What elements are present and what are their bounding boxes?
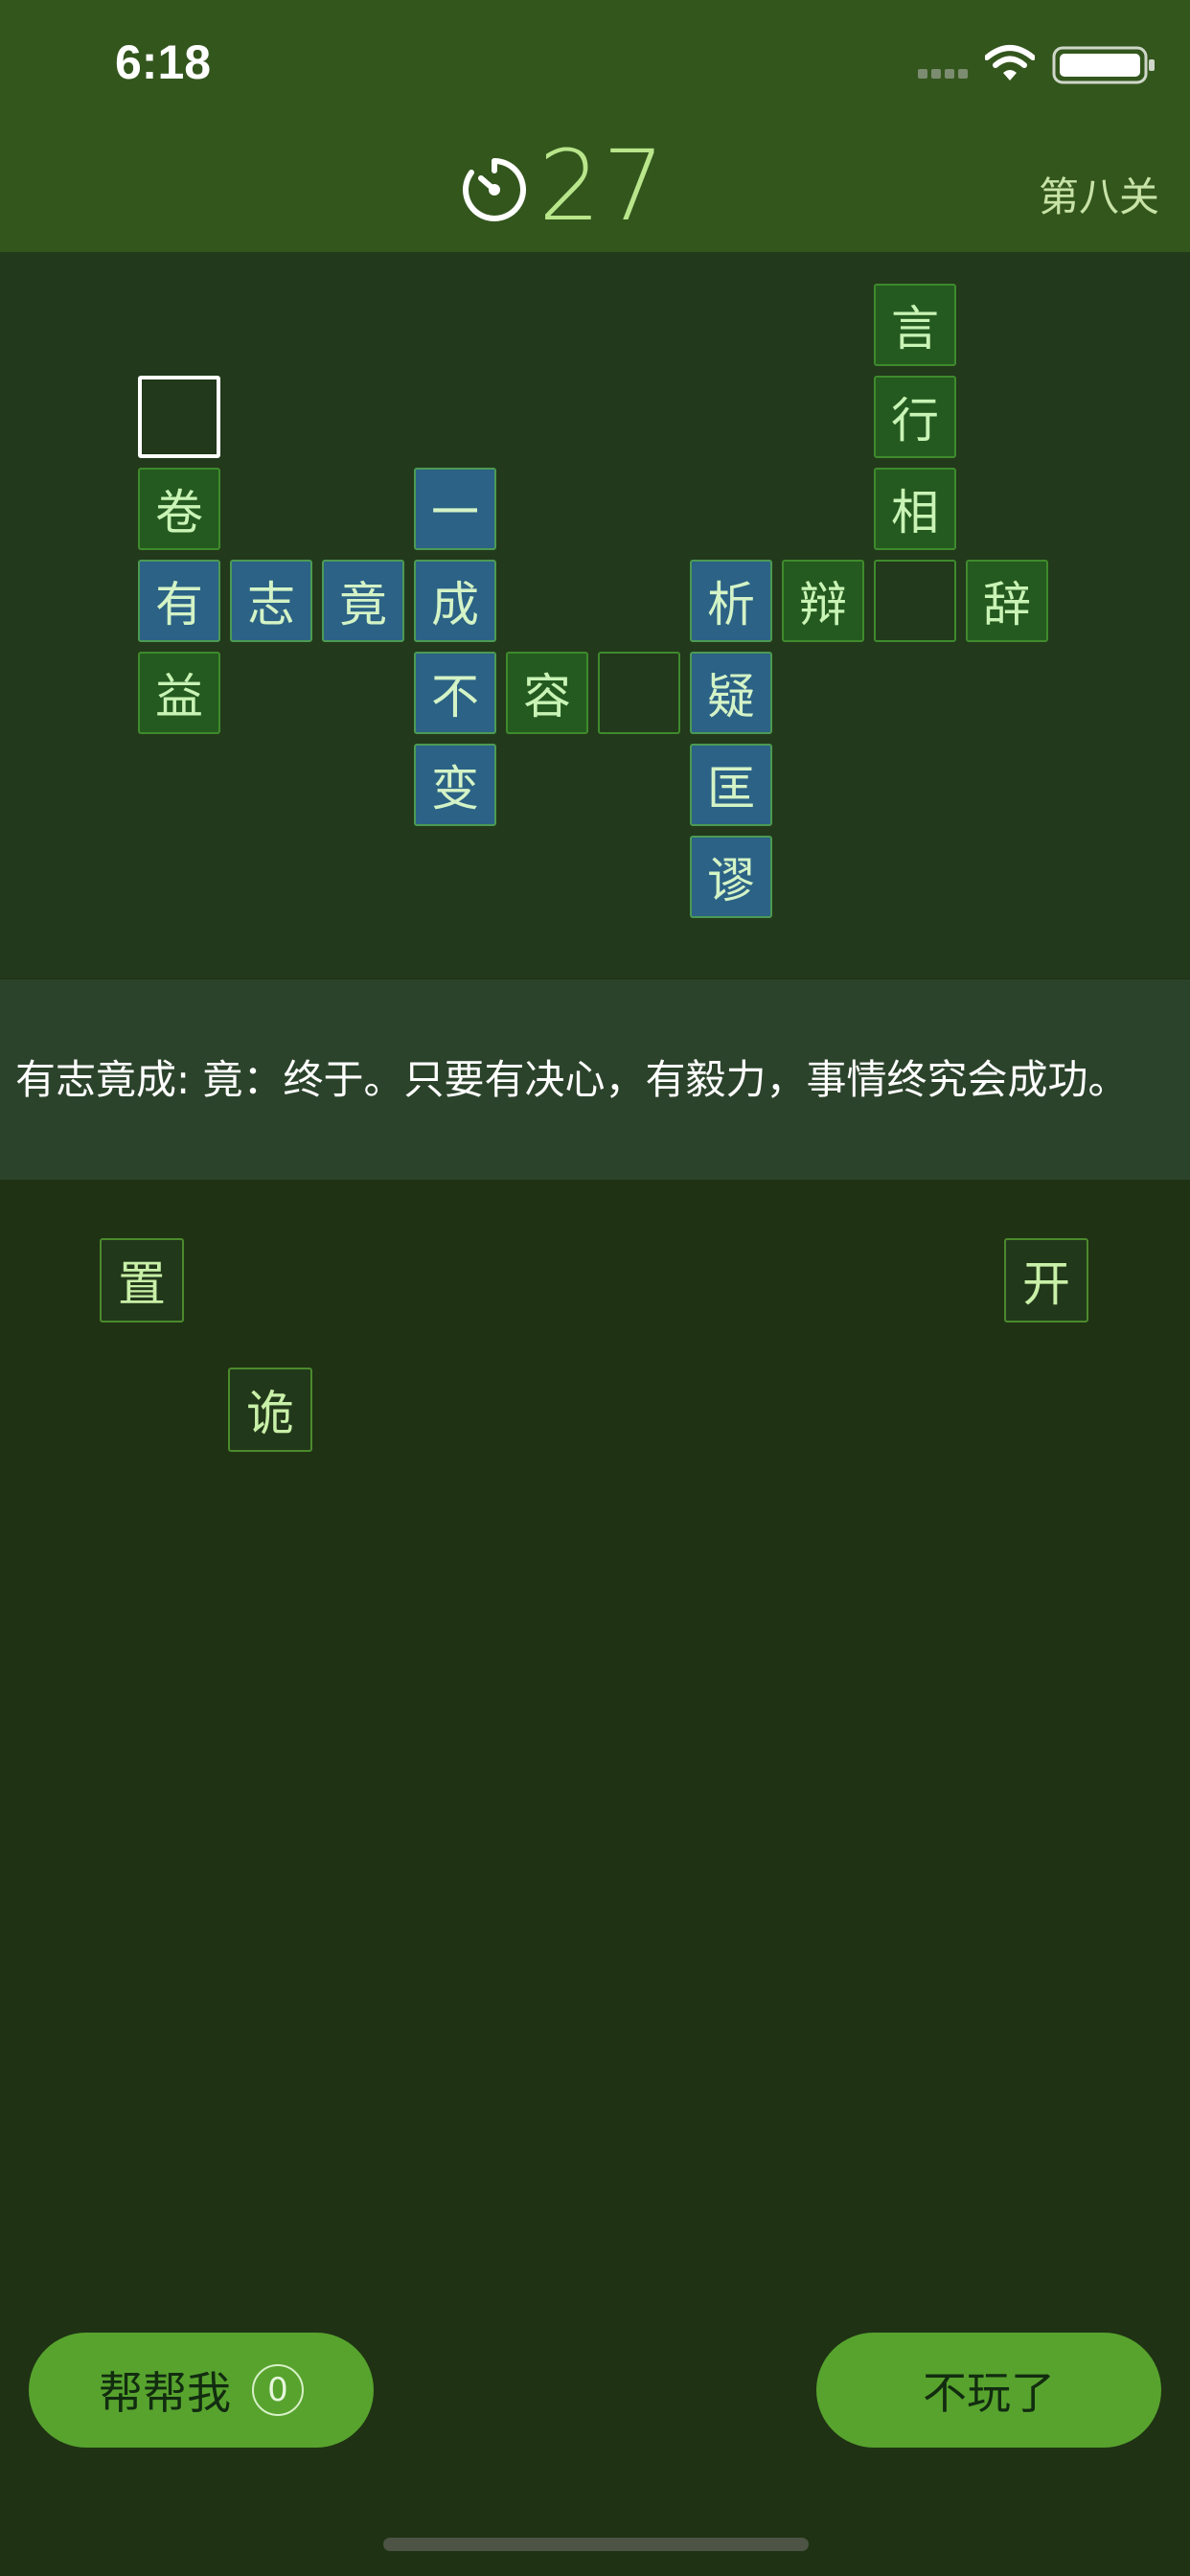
cell-char: 言 — [891, 301, 939, 356]
board-cell[interactable]: 一 — [414, 468, 496, 550]
board-cell[interactable]: 析 — [690, 560, 772, 642]
cellular-signal-icon — [918, 69, 973, 82]
cell-char: 辩 — [799, 577, 847, 632]
cell-char: 匡 — [707, 761, 755, 816]
wifi-icon — [985, 45, 1035, 80]
board-cell[interactable]: 容 — [506, 652, 588, 734]
level-label: 第八关 — [1038, 173, 1159, 220]
board-cell[interactable]: 变 — [414, 744, 496, 826]
crossword-board: 言 行 卷 一 相 有 志 竟 成 析 辩 辞 益 不 容 疑 变 匡 谬 — [0, 252, 1190, 978]
board-cell[interactable] — [598, 652, 680, 734]
cell-char: 相 — [891, 485, 939, 540]
board-cell[interactable]: 言 — [874, 284, 956, 366]
battery-icon — [1052, 46, 1155, 84]
cell-char: 一 — [431, 485, 479, 540]
candidate-tile[interactable]: 开 — [1004, 1238, 1088, 1322]
cell-char: 疑 — [707, 669, 755, 724]
cell-char: 容 — [523, 669, 571, 724]
help-count-badge: 0 — [252, 2364, 304, 2416]
quit-button-label: 不玩了 — [923, 2367, 1055, 2419]
cell-char: 不 — [431, 669, 479, 724]
board-cell[interactable]: 志 — [230, 560, 312, 642]
cell-char: 变 — [431, 761, 479, 816]
cell-char: 成 — [431, 577, 479, 632]
candidate-tile[interactable]: 诡 — [228, 1368, 312, 1452]
board-cell[interactable] — [874, 560, 956, 642]
help-button[interactable]: 帮帮我 0 — [29, 2333, 374, 2448]
board-cell[interactable]: 谬 — [690, 836, 772, 918]
cell-char: 竟 — [339, 577, 387, 632]
board-cell[interactable]: 行 — [874, 376, 956, 458]
stopwatch-icon — [463, 158, 526, 221]
idiom-hint-panel: 有志竟成: 竟：终于。只要有决心，有毅力，事情终究会成功。 — [0, 979, 1190, 1180]
board-cell[interactable]: 不 — [414, 652, 496, 734]
cell-char: 析 — [707, 577, 755, 632]
board-cell-selected[interactable] — [138, 376, 220, 458]
board-cell[interactable]: 卷 — [138, 468, 220, 550]
header-bar: 6:18 27 第八关 — [0, 0, 1190, 252]
cell-char: 谬 — [707, 853, 755, 908]
countdown-timer: 27 — [538, 129, 667, 243]
cell-char: 辞 — [983, 577, 1031, 632]
quit-button[interactable]: 不玩了 — [816, 2333, 1161, 2448]
status-time: 6:18 — [115, 35, 212, 89]
cell-char: 卷 — [155, 485, 203, 540]
board-cell[interactable]: 有 — [138, 560, 220, 642]
board-cell[interactable]: 成 — [414, 560, 496, 642]
board-cell[interactable]: 竟 — [322, 560, 404, 642]
cell-char: 益 — [155, 669, 203, 724]
board-cell[interactable]: 相 — [874, 468, 956, 550]
candidate-tile[interactable]: 置 — [100, 1238, 184, 1322]
cell-char: 有 — [155, 577, 203, 632]
board-cell[interactable]: 辩 — [782, 560, 864, 642]
home-indicator — [383, 2538, 809, 2551]
board-cell[interactable]: 匡 — [690, 744, 772, 826]
help-button-label: 帮帮我 — [99, 2367, 231, 2419]
board-cell[interactable]: 益 — [138, 652, 220, 734]
board-cell[interactable]: 疑 — [690, 652, 772, 734]
cell-char: 志 — [247, 577, 295, 632]
idiom-hint-text: 有志竟成: 竟：终于。只要有决心，有毅力，事情终究会成功。 — [15, 1056, 1129, 1103]
cell-char: 行 — [891, 393, 939, 448]
board-cell[interactable]: 辞 — [966, 560, 1048, 642]
